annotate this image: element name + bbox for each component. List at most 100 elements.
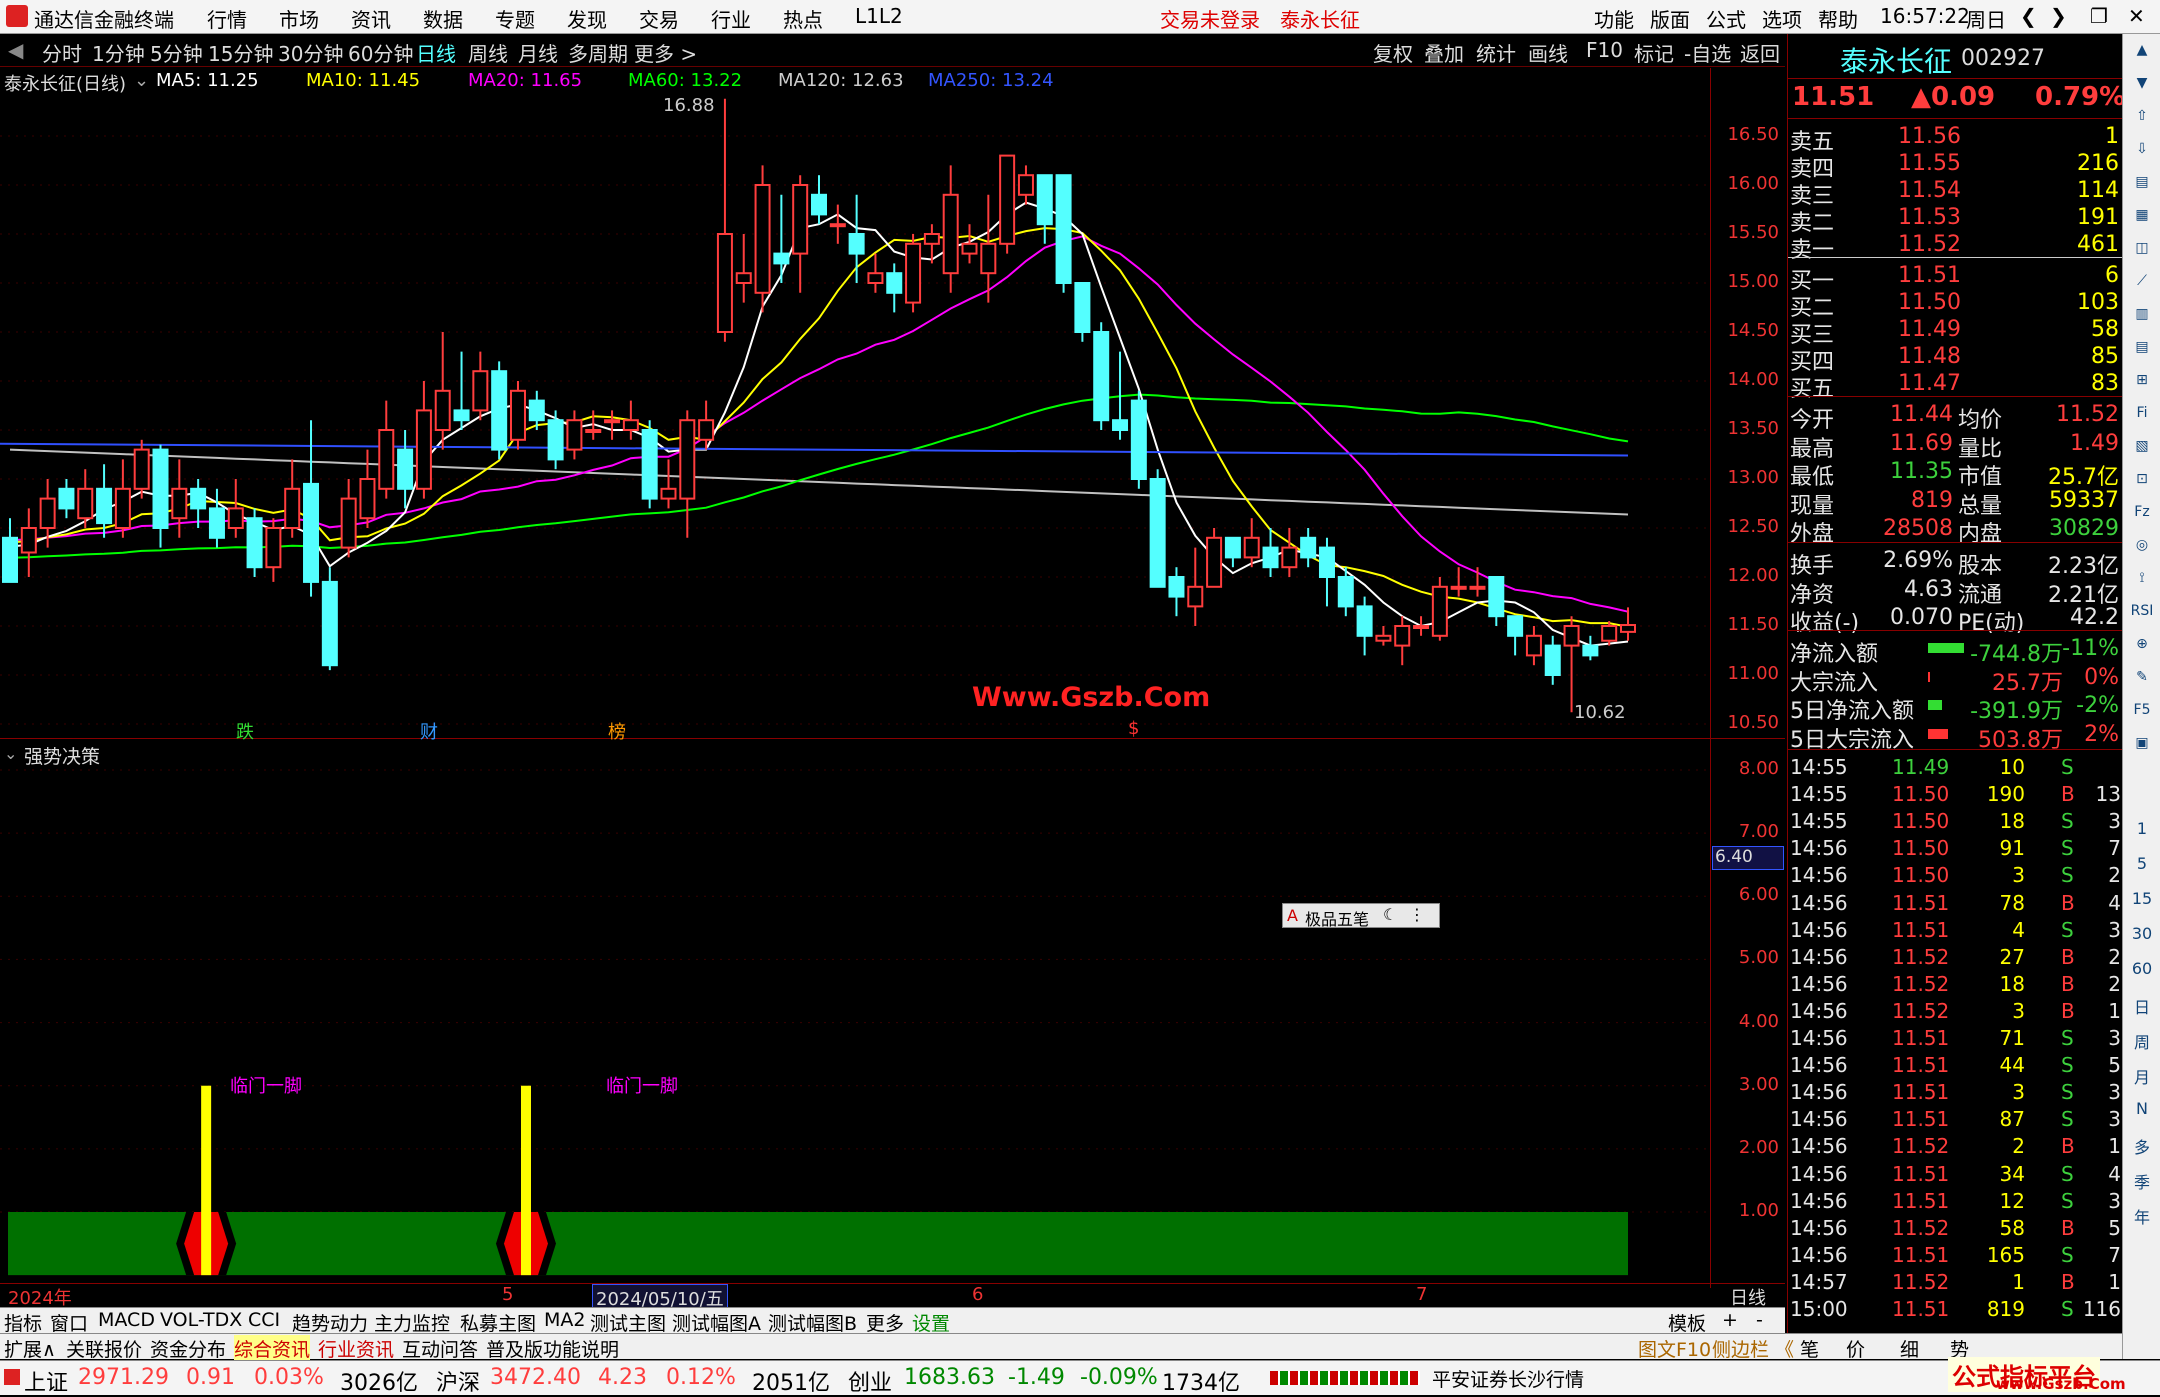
menu-gongneng[interactable]: 功能 (1594, 4, 1634, 33)
menu-hangqing[interactable]: 行情 (207, 4, 247, 33)
info-tab[interactable]: 资金分布 (150, 1335, 226, 1362)
sidebar-tool-icon[interactable]: ⊡ (2127, 471, 2157, 499)
sidebar-tool-icon[interactable]: ⟋ (2127, 273, 2157, 301)
sidebar-period-3[interactable]: 30 (2127, 924, 2157, 952)
info-tab[interactable]: 互动问答 (402, 1335, 478, 1362)
btn-diejia[interactable]: 叠加 (1424, 38, 1464, 67)
sidebar-tool-icon[interactable]: ◎ (2127, 537, 2157, 565)
info-tab[interactable]: 综合资讯 (234, 1335, 311, 1362)
btn-fanhui[interactable]: 返回 (1740, 38, 1780, 67)
sidebar-tool-icon[interactable]: RSI (2127, 603, 2157, 631)
menu-shuju[interactable]: 数据 (423, 4, 463, 33)
sidebar-period-6[interactable]: 周 (2127, 1029, 2157, 1057)
sidebar-tool-icon[interactable]: Fi (2127, 405, 2157, 433)
indicator-tab[interactable]: 模板 (1668, 1309, 1706, 1336)
period-tab-4[interactable]: 15分钟 (208, 38, 273, 67)
indicator-tab[interactable]: - (1756, 1309, 1763, 1331)
info-tab[interactable]: 笔 (1800, 1335, 1819, 1362)
menu-zixun[interactable]: 资讯 (351, 4, 391, 33)
indicator-tab[interactable]: + (1722, 1309, 1738, 1331)
sidebar-tool-icon[interactable]: ✎ (2127, 669, 2157, 697)
info-tab[interactable]: 细 (1900, 1335, 1919, 1362)
period-tab-3[interactable]: 5分钟 (150, 38, 203, 67)
sidebar-tool-icon[interactable]: ▦ (2127, 207, 2157, 235)
menu-jiaoyi[interactable]: 交易 (639, 4, 679, 33)
sidebar-period-11[interactable]: 年 (2127, 1204, 2157, 1232)
info-tab[interactable]: 图文F10 (1638, 1335, 1711, 1362)
menu-zhuanti[interactable]: 专题 (495, 4, 535, 33)
sidebar-period-2[interactable]: 15 (2127, 889, 2157, 917)
sidebar-tool-icon[interactable]: ▤ (2127, 339, 2157, 367)
btn-biaoji[interactable]: 标记 (1634, 38, 1674, 67)
indicator-tab[interactable]: MA2 (544, 1309, 585, 1331)
sidebar-period-1[interactable]: 5 (2127, 854, 2157, 882)
indicator-toggle-icon[interactable]: ⌄ (4, 744, 17, 763)
sidebar-tool-icon[interactable]: ⇧ (2127, 108, 2157, 136)
sidebar-period-9[interactable]: 多 (2127, 1134, 2157, 1162)
indicator-tab[interactable]: 指标 (4, 1309, 42, 1336)
indicator-tab[interactable]: 趋势动力 (292, 1309, 368, 1336)
back-arrow-icon[interactable]: ❮ (2020, 4, 2037, 28)
indicator-tab[interactable]: 测试主图 (590, 1309, 666, 1336)
sidebar-period-10[interactable]: 季 (2127, 1169, 2157, 1197)
sidebar-tool-icon[interactable]: ▼ (2127, 75, 2157, 103)
indicator-tab[interactable]: 私募主图 (460, 1309, 536, 1336)
sidebar-tool-icon[interactable]: ⟟ (2127, 570, 2157, 598)
sidebar-period-8[interactable]: N (2127, 1099, 2157, 1127)
toolbox-moon-icon[interactable]: ☾ (1383, 905, 1397, 924)
sidebar-tool-icon[interactable]: ▤ (2127, 174, 2157, 202)
sh-label[interactable]: 上证 (24, 1365, 68, 1397)
indicator-tab[interactable]: 窗口 (50, 1309, 88, 1336)
sidebar-tool-icon[interactable]: ▧ (2127, 438, 2157, 466)
close-window-icon[interactable]: ✕ (2128, 4, 2145, 28)
sidebar-tool-icon[interactable]: ▥ (2127, 306, 2157, 334)
forward-arrow-icon[interactable]: ❯ (2050, 4, 2067, 28)
period-tab-monthly[interactable]: 月线 (518, 38, 558, 67)
btn-zixuan[interactable]: -自选 (1684, 38, 1731, 67)
btn-tongji[interactable]: 统计 (1476, 38, 1516, 67)
indicator-tab[interactable]: MACD (98, 1309, 155, 1331)
chevron-icon[interactable]: ◀ (8, 38, 23, 62)
info-tab[interactable]: 侧边栏 《 (1712, 1335, 1794, 1362)
menu-bangzhu[interactable]: 帮助 (1818, 4, 1858, 33)
sidebar-tool-icon[interactable]: ⊞ (2127, 372, 2157, 400)
event-mark-bang[interactable]: 榜 (608, 718, 626, 744)
menu-faxian[interactable]: 发现 (567, 4, 607, 33)
info-tab[interactable]: 关联报价 (66, 1335, 142, 1362)
menu-xuanxiang[interactable]: 选项 (1762, 4, 1802, 33)
menu-shichang[interactable]: 市场 (279, 4, 319, 33)
sidebar-tool-icon[interactable]: ⇩ (2127, 141, 2157, 169)
sidebar-tool-icon[interactable]: F5 (2127, 702, 2157, 730)
event-mark-cai[interactable]: 财 (420, 718, 438, 744)
info-tab[interactable]: 价 (1846, 1335, 1865, 1362)
sidebar-period-4[interactable]: 60 (2127, 959, 2157, 987)
sidebar-tool-icon[interactable]: ◫ (2127, 240, 2157, 268)
indicator-tab[interactable]: 设置 (912, 1309, 950, 1336)
info-tab[interactable]: 行业资讯 (318, 1335, 394, 1362)
info-tab[interactable]: 扩展∧ (4, 1335, 56, 1362)
event-mark-dollar[interactable]: $ (1128, 718, 1139, 739)
restore-window-icon[interactable]: ❐ (2090, 4, 2108, 28)
sidebar-tool-icon[interactable]: Fz (2127, 504, 2157, 532)
period-tab-daily[interactable]: 日线 (416, 38, 456, 67)
toolbox-a-icon[interactable]: A (1287, 906, 1298, 925)
period-tab-2[interactable]: 1分钟 (92, 38, 145, 67)
menu-banmian[interactable]: 版面 (1650, 4, 1690, 33)
sidebar-tool-icon[interactable]: ▣ (2127, 735, 2157, 763)
period-tab-1[interactable]: 分时 (42, 38, 82, 67)
sidebar-tool-icon[interactable]: ▲ (2127, 42, 2157, 70)
sidebar-tool-icon[interactable]: ⊕ (2127, 636, 2157, 664)
indicator-tab[interactable]: 测试幅图A (672, 1309, 761, 1336)
toolbox-label[interactable]: 极品五笔 (1305, 906, 1369, 930)
indicator-tab[interactable]: 主力监控 (374, 1309, 450, 1336)
menu-hangye[interactable]: 行业 (711, 4, 751, 33)
info-tab[interactable]: 普及版功能说明 (486, 1335, 619, 1362)
indicator-tab[interactable]: 更多 (866, 1309, 904, 1336)
period-tab-weekly[interactable]: 周线 (468, 38, 508, 67)
menu-gongshi[interactable]: 公式 (1706, 4, 1746, 33)
indicator-tab[interactable]: 测试幅图B (768, 1309, 857, 1336)
trade-status[interactable]: 交易未登录 (1160, 4, 1260, 33)
period-tab-5[interactable]: 30分钟 (278, 38, 343, 67)
menu-l1l2[interactable]: L1L2 (855, 4, 903, 28)
toolbox-dots-icon[interactable]: ⋮ (1409, 905, 1425, 924)
